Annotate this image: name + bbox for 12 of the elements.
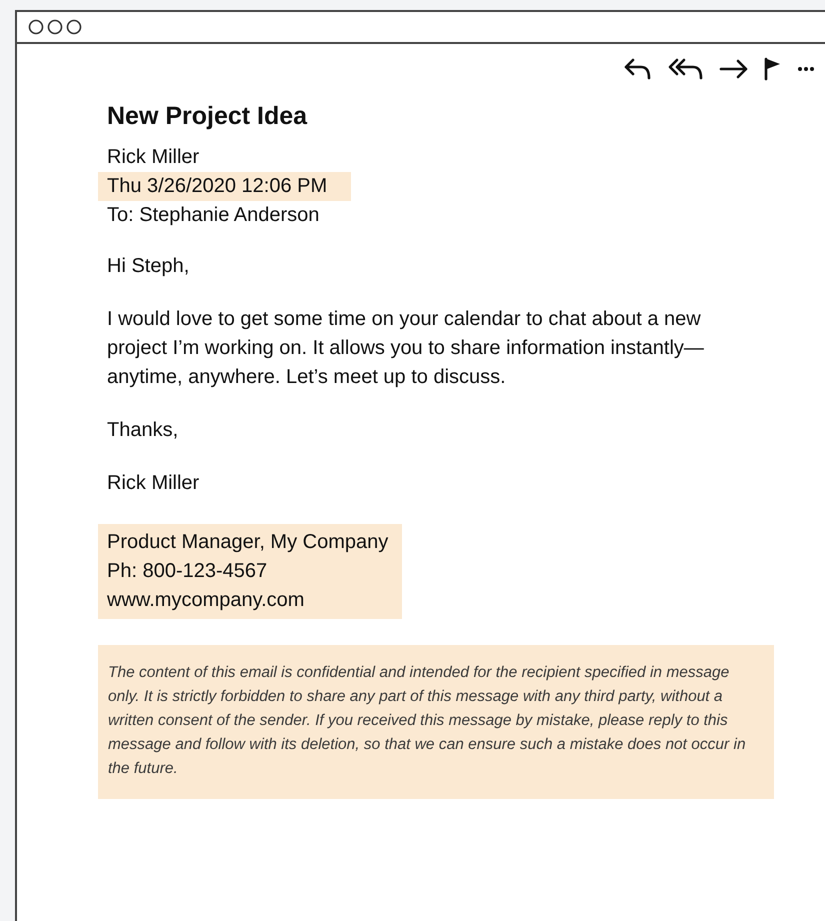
disclaimer-text: The content of this email is confidential and intended for the recipient specified in message only. It is strictly forbidden to share any part of this message with any third party, without a written consent of the sender. If you received this message by mistake, please reply to this message and follow with its deletion, so that we can ensure such a mistake does not occur in the future.: [108, 663, 747, 779]
sender-name: Rick Miller: [107, 145, 200, 170]
message-paragraph: I would love to get some time on your calendar to chat about a new project I’m working on. It allows you to share information instantly—anytime, anywhere. Let’s meet up to discuss.: [107, 307, 705, 390]
email-subject: New Project Idea: [107, 102, 308, 131]
signature-line: Ph: 800-123-4567: [107, 559, 268, 584]
recipient-line: To: Stephanie Anderson: [107, 203, 320, 228]
sent-date: Thu 3/26/2020 12:06 PM: [98, 172, 352, 201]
greeting: Hi Steph,: [107, 254, 190, 279]
signature-name: Rick Miller: [107, 471, 200, 496]
signature-line: www.mycompany.com: [107, 588, 306, 613]
signature-line: Product Manager, My Company: [107, 530, 388, 555]
closing: Thanks,: [107, 418, 180, 443]
